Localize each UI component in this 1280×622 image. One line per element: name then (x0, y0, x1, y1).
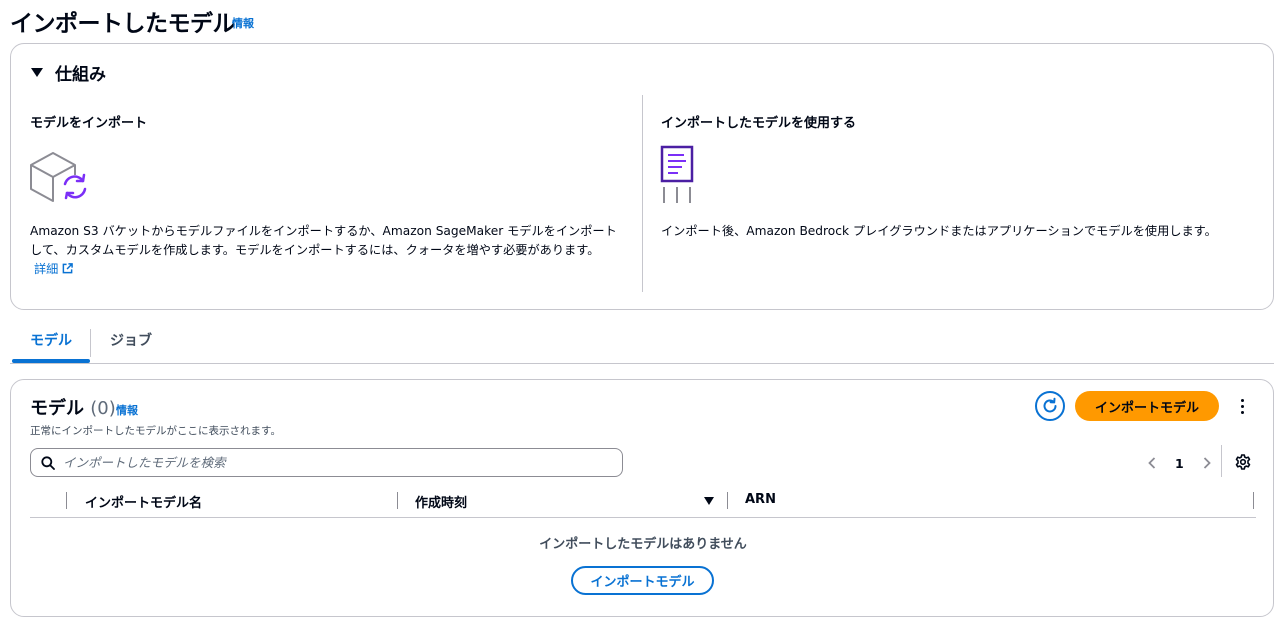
models-description: 正常にインポートしたモデルがここに表示されます。 (30, 425, 281, 437)
use-model-heading: インポートしたモデルを使用する (661, 116, 857, 131)
column-separator (1253, 492, 1254, 509)
caret-down-icon (31, 68, 43, 77)
column-header-model-name[interactable]: インポートモデル名 (85, 492, 202, 511)
external-link-icon (63, 263, 74, 274)
empty-import-model-button[interactable]: インポートモデル (571, 566, 714, 595)
models-heading: モデル (0) (30, 398, 116, 419)
tabs-divider (10, 363, 1274, 364)
cube-refresh-icon (27, 148, 91, 204)
column-separator (66, 492, 67, 509)
column-header-creation-time[interactable]: 作成時刻 (415, 492, 467, 511)
sort-descending-icon (704, 497, 714, 505)
chevron-right-icon (1203, 457, 1211, 469)
use-model-description: インポート後、Amazon Bedrock プレイグラウンドまたはアプリケーショ… (661, 224, 1217, 238)
current-page[interactable]: 1 (1175, 456, 1184, 471)
tab-separator (90, 329, 91, 357)
refresh-icon (1043, 397, 1057, 413)
table-preferences-button[interactable] (1233, 451, 1253, 473)
column-separator (727, 492, 728, 509)
more-vertical-icon (1240, 398, 1244, 402)
search-icon (41, 455, 55, 470)
how-it-works-title: 仕組み (55, 65, 106, 85)
how-it-works-panel: 仕組み モデルをインポート Amazon S3 バケットからモデルファイルをイン… (10, 43, 1274, 310)
models-table-container: モデル (0) 情報 正常にインポートしたモデルがここに表示されます。 インポー… (10, 379, 1274, 617)
search-field (30, 448, 623, 477)
more-actions-button[interactable] (1233, 393, 1251, 419)
learn-more-link[interactable]: 詳細 (34, 262, 74, 276)
tab-list: モデル ジョブ (10, 327, 1274, 364)
column-divider (642, 95, 643, 292)
previous-page-button[interactable] (1145, 451, 1159, 475)
refresh-button[interactable] (1035, 391, 1065, 421)
chevron-left-icon (1148, 457, 1156, 469)
pager-divider (1221, 445, 1222, 477)
column-header-arn[interactable]: ARN (745, 492, 776, 507)
models-info-link[interactable]: 情報 (116, 402, 138, 418)
document-icon (659, 145, 697, 205)
how-it-works-toggle[interactable]: 仕組み (31, 60, 106, 85)
empty-state-message: インポートしたモデルはありません (539, 537, 747, 552)
table-header-divider (30, 517, 1256, 518)
settings-gear-icon (1235, 454, 1251, 470)
pagination: 1 (1145, 451, 1214, 475)
next-page-button[interactable] (1200, 451, 1214, 475)
page-info-link[interactable]: 情報 (232, 15, 254, 31)
page-title: インポートしたモデル (10, 11, 236, 37)
import-model-button[interactable]: インポートモデル (1075, 391, 1219, 421)
tab-models[interactable]: モデル (12, 327, 90, 363)
column-separator (397, 492, 398, 509)
import-model-description: Amazon S3 バケットからモデルファイルをインポートするか、Amazon … (30, 224, 617, 276)
search-input[interactable] (63, 455, 603, 470)
tab-jobs[interactable]: ジョブ (110, 327, 152, 363)
models-count: (0) (90, 398, 116, 419)
import-model-heading: モデルをインポート (30, 116, 148, 131)
